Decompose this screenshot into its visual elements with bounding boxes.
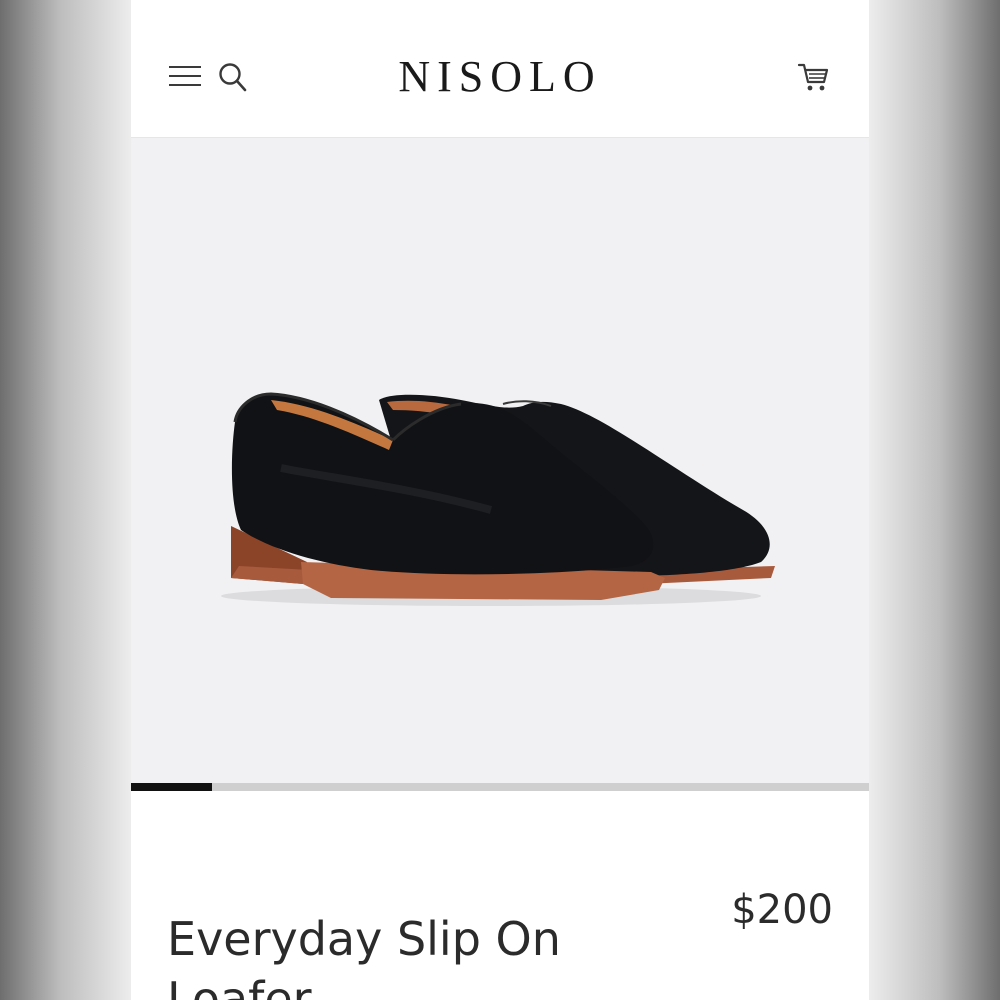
cart-icon[interactable] [796, 60, 832, 94]
site-header: NISOLO [131, 0, 869, 138]
product-image[interactable] [131, 138, 869, 783]
gallery-progress-fill [131, 783, 213, 791]
mobile-page: NISOLO Everyday Slip On Loafer $200 [131, 0, 869, 1000]
brand-logo[interactable]: NISOLO [131, 50, 869, 104]
product-title: Everyday Slip On Loafer [167, 911, 561, 1000]
gallery-progress-bar [131, 783, 869, 791]
product-price: $200 [731, 887, 833, 933]
